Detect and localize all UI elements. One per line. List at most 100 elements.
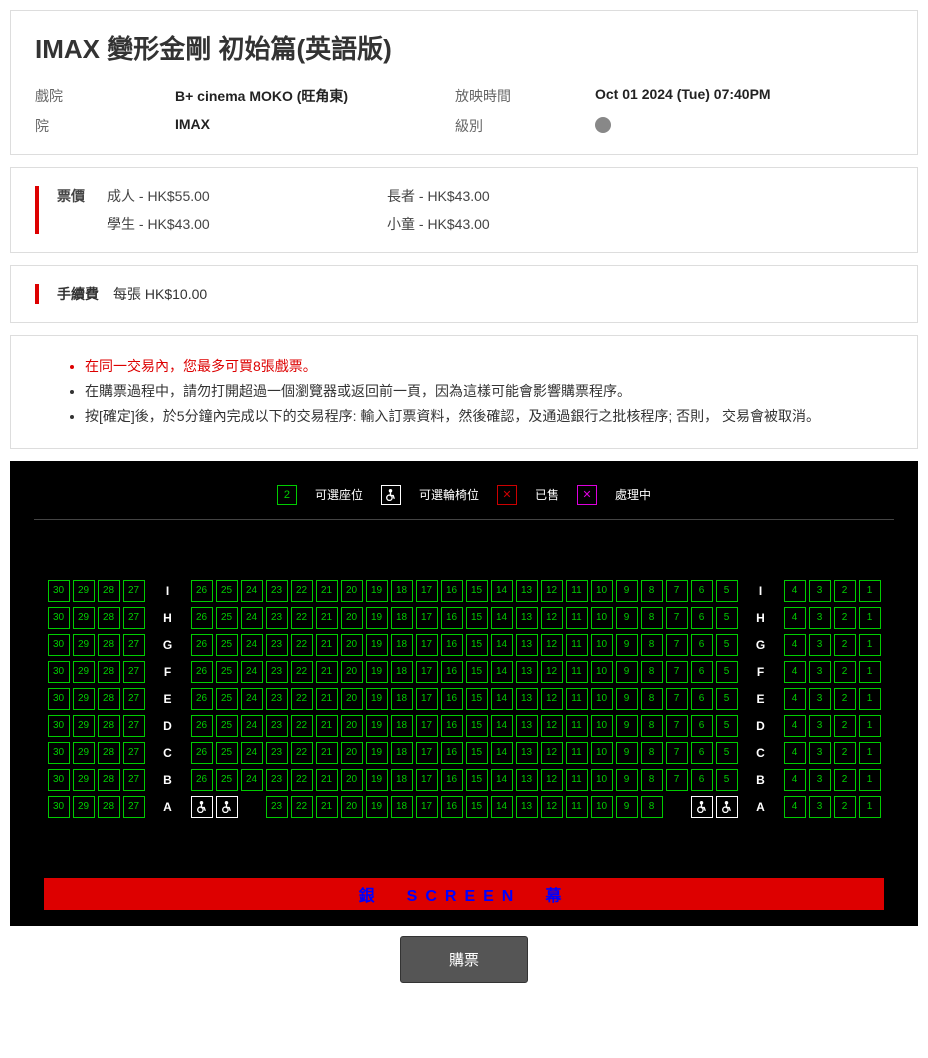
seat-D-29[interactable]: 29 (73, 715, 95, 737)
seat-D-23[interactable]: 23 (266, 715, 288, 737)
seat-G-13[interactable]: 13 (516, 634, 538, 656)
seat-C-19[interactable]: 19 (366, 742, 388, 764)
seat-A-23[interactable]: 23 (266, 796, 288, 818)
seat-G-7[interactable]: 7 (666, 634, 688, 656)
seat-G-27[interactable]: 27 (123, 634, 145, 656)
seat-F-1[interactable]: 1 (859, 661, 881, 683)
seat-F-28[interactable]: 28 (98, 661, 120, 683)
seat-D-20[interactable]: 20 (341, 715, 363, 737)
seat-E-17[interactable]: 17 (416, 688, 438, 710)
seat-F-27[interactable]: 27 (123, 661, 145, 683)
seat-F-26[interactable]: 26 (191, 661, 213, 683)
seat-A-2[interactable]: 2 (834, 796, 856, 818)
seat-G-19[interactable]: 19 (366, 634, 388, 656)
seat-A-9[interactable]: 9 (616, 796, 638, 818)
seat-B-9[interactable]: 9 (616, 769, 638, 791)
seat-A-18[interactable]: 18 (391, 796, 413, 818)
seat-D-6[interactable]: 6 (691, 715, 713, 737)
seat-B-3[interactable]: 3 (809, 769, 831, 791)
seat-D-25[interactable]: 25 (216, 715, 238, 737)
seat-C-1[interactable]: 1 (859, 742, 881, 764)
seat-I-29[interactable]: 29 (73, 580, 95, 602)
seat-I-2[interactable]: 2 (834, 580, 856, 602)
seat-A-30[interactable]: 30 (48, 796, 70, 818)
seat-C-25[interactable]: 25 (216, 742, 238, 764)
seat-F-22[interactable]: 22 (291, 661, 313, 683)
seat-I-28[interactable]: 28 (98, 580, 120, 602)
seat-D-12[interactable]: 12 (541, 715, 563, 737)
seat-F-3[interactable]: 3 (809, 661, 831, 683)
seat-A-16[interactable]: 16 (441, 796, 463, 818)
seat-C-23[interactable]: 23 (266, 742, 288, 764)
seat-D-22[interactable]: 22 (291, 715, 313, 737)
wheelchair-seat-A-L1[interactable] (191, 796, 213, 818)
seat-F-24[interactable]: 24 (241, 661, 263, 683)
seat-D-24[interactable]: 24 (241, 715, 263, 737)
seat-B-1[interactable]: 1 (859, 769, 881, 791)
seat-I-15[interactable]: 15 (466, 580, 488, 602)
seat-F-15[interactable]: 15 (466, 661, 488, 683)
seat-I-5[interactable]: 5 (716, 580, 738, 602)
seat-B-21[interactable]: 21 (316, 769, 338, 791)
seat-I-18[interactable]: 18 (391, 580, 413, 602)
seat-B-28[interactable]: 28 (98, 769, 120, 791)
seat-H-4[interactable]: 4 (784, 607, 806, 629)
seat-H-3[interactable]: 3 (809, 607, 831, 629)
seat-H-6[interactable]: 6 (691, 607, 713, 629)
seat-B-26[interactable]: 26 (191, 769, 213, 791)
seat-D-19[interactable]: 19 (366, 715, 388, 737)
seat-H-8[interactable]: 8 (641, 607, 663, 629)
seat-F-9[interactable]: 9 (616, 661, 638, 683)
seat-A-1[interactable]: 1 (859, 796, 881, 818)
seat-C-4[interactable]: 4 (784, 742, 806, 764)
seat-A-21[interactable]: 21 (316, 796, 338, 818)
seat-E-16[interactable]: 16 (441, 688, 463, 710)
seat-I-8[interactable]: 8 (641, 580, 663, 602)
seat-H-30[interactable]: 30 (48, 607, 70, 629)
seat-G-11[interactable]: 11 (566, 634, 588, 656)
seat-D-17[interactable]: 17 (416, 715, 438, 737)
seat-D-13[interactable]: 13 (516, 715, 538, 737)
seat-A-17[interactable]: 17 (416, 796, 438, 818)
seat-G-1[interactable]: 1 (859, 634, 881, 656)
seat-B-12[interactable]: 12 (541, 769, 563, 791)
seat-I-4[interactable]: 4 (784, 580, 806, 602)
seat-A-10[interactable]: 10 (591, 796, 613, 818)
seat-H-24[interactable]: 24 (241, 607, 263, 629)
seat-G-10[interactable]: 10 (591, 634, 613, 656)
seat-C-12[interactable]: 12 (541, 742, 563, 764)
seat-C-6[interactable]: 6 (691, 742, 713, 764)
seat-E-18[interactable]: 18 (391, 688, 413, 710)
seat-E-6[interactable]: 6 (691, 688, 713, 710)
seat-E-4[interactable]: 4 (784, 688, 806, 710)
seat-B-23[interactable]: 23 (266, 769, 288, 791)
seat-D-7[interactable]: 7 (666, 715, 688, 737)
seat-D-15[interactable]: 15 (466, 715, 488, 737)
seat-A-22[interactable]: 22 (291, 796, 313, 818)
seat-G-21[interactable]: 21 (316, 634, 338, 656)
seat-I-9[interactable]: 9 (616, 580, 638, 602)
seat-I-1[interactable]: 1 (859, 580, 881, 602)
seat-H-11[interactable]: 11 (566, 607, 588, 629)
seat-E-23[interactable]: 23 (266, 688, 288, 710)
seat-F-17[interactable]: 17 (416, 661, 438, 683)
seat-E-14[interactable]: 14 (491, 688, 513, 710)
seat-H-18[interactable]: 18 (391, 607, 413, 629)
seat-A-28[interactable]: 28 (98, 796, 120, 818)
seat-E-9[interactable]: 9 (616, 688, 638, 710)
seat-H-17[interactable]: 17 (416, 607, 438, 629)
seat-D-5[interactable]: 5 (716, 715, 738, 737)
seat-D-2[interactable]: 2 (834, 715, 856, 737)
seat-I-24[interactable]: 24 (241, 580, 263, 602)
seat-I-10[interactable]: 10 (591, 580, 613, 602)
seat-C-27[interactable]: 27 (123, 742, 145, 764)
seat-E-12[interactable]: 12 (541, 688, 563, 710)
seat-C-22[interactable]: 22 (291, 742, 313, 764)
seat-G-17[interactable]: 17 (416, 634, 438, 656)
seat-E-30[interactable]: 30 (48, 688, 70, 710)
seat-G-30[interactable]: 30 (48, 634, 70, 656)
seat-I-16[interactable]: 16 (441, 580, 463, 602)
seat-F-16[interactable]: 16 (441, 661, 463, 683)
seat-I-12[interactable]: 12 (541, 580, 563, 602)
seat-G-18[interactable]: 18 (391, 634, 413, 656)
